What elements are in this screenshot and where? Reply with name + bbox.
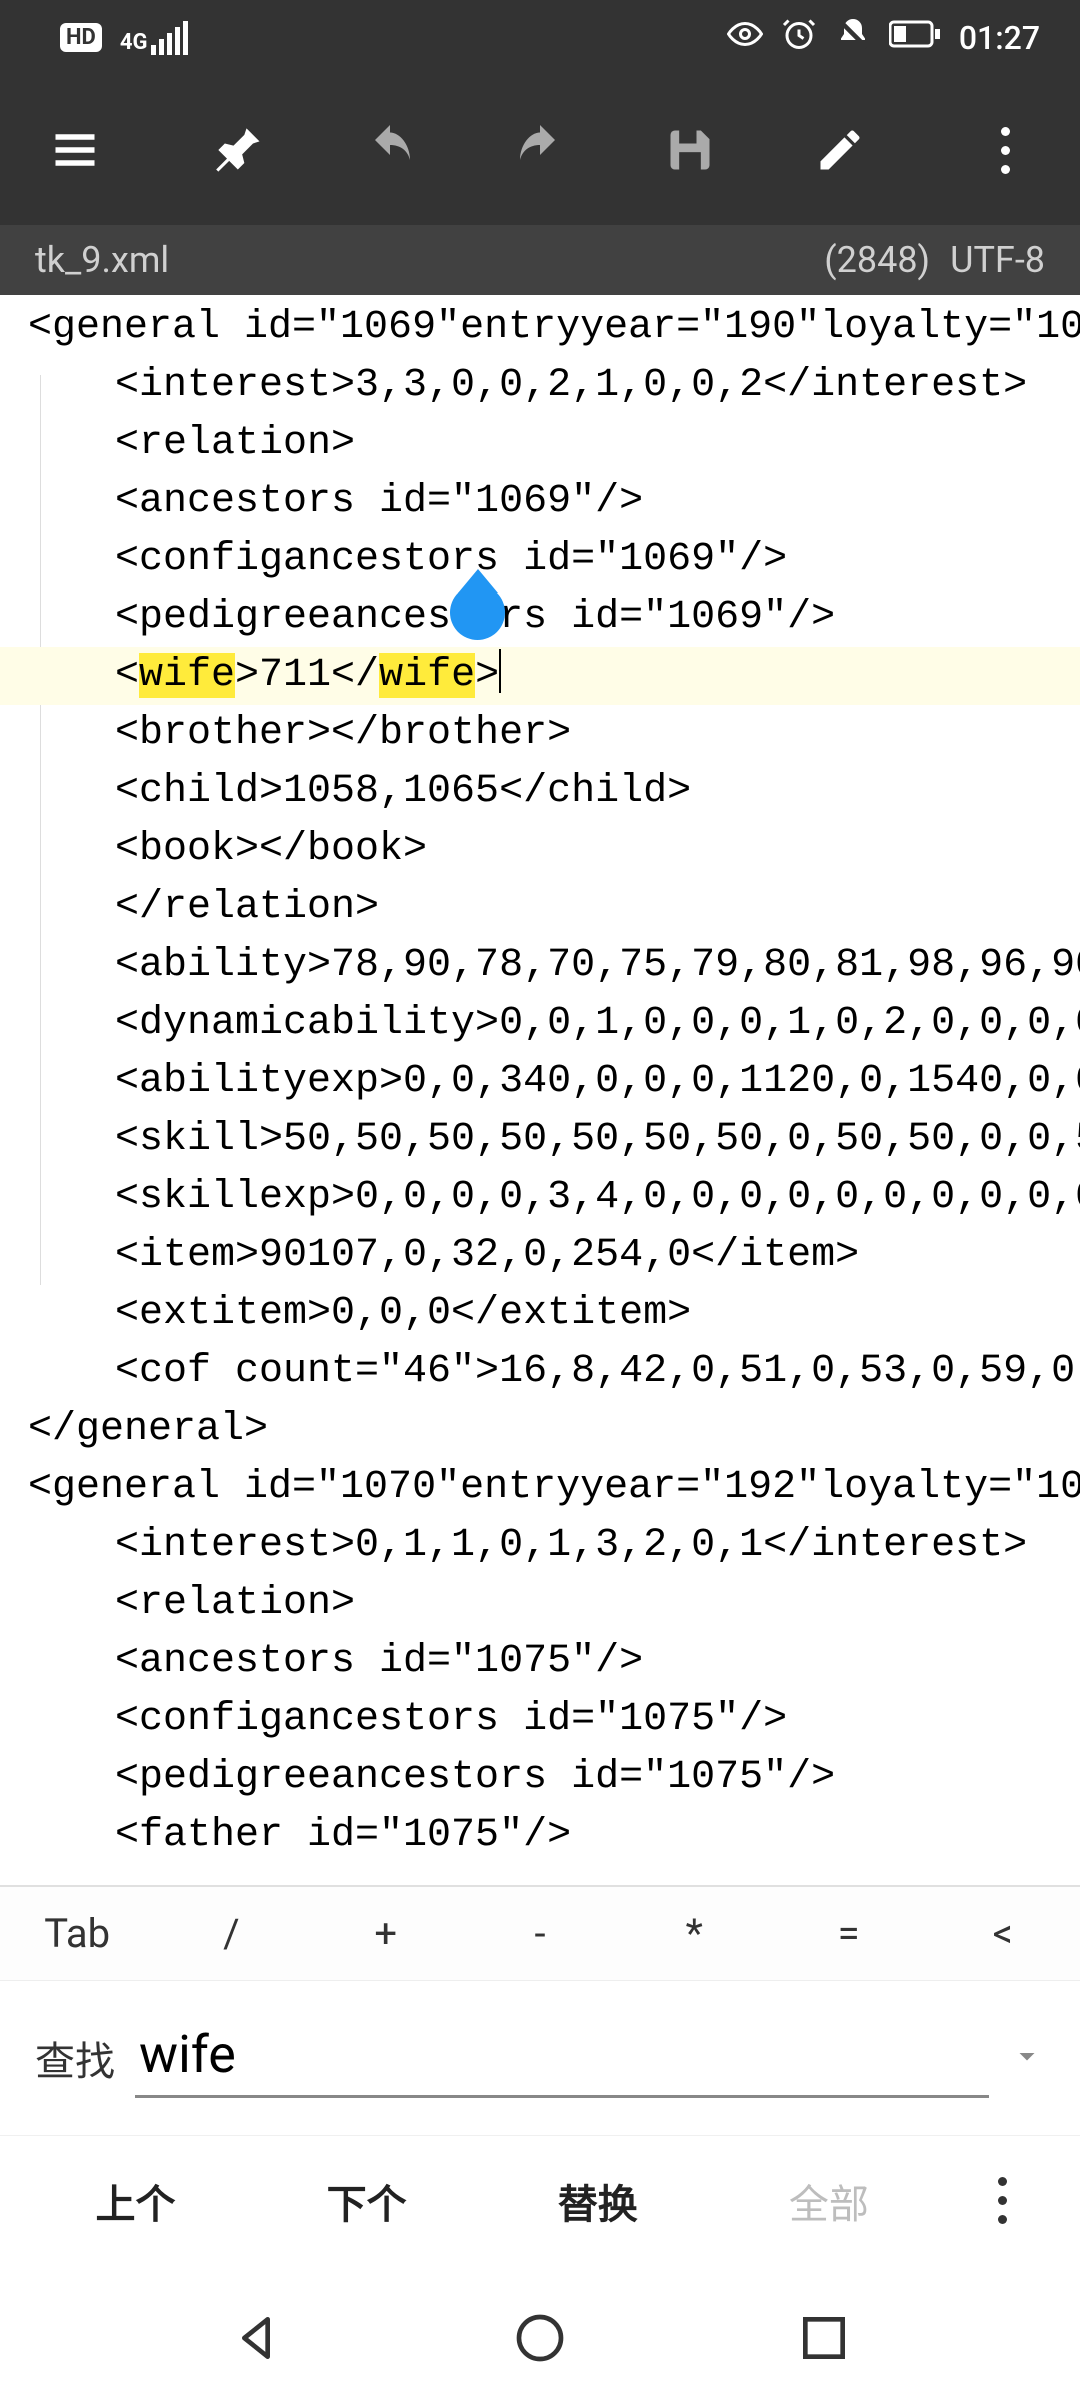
code-line[interactable]: <relation> — [0, 1575, 1080, 1633]
cursor-handle[interactable] — [450, 585, 505, 640]
pin-button[interactable] — [210, 120, 270, 180]
eye-icon — [727, 16, 763, 60]
home-button[interactable] — [512, 2310, 568, 2370]
code-line[interactable]: <abilityexp>0,0,340,0,0,0,1120,0,1540,0,… — [0, 1053, 1080, 1111]
code-line[interactable]: <book></book> — [0, 821, 1080, 879]
search-overflow-button[interactable] — [944, 2177, 1060, 2224]
status-bar: HD 4G 01:27 — [0, 0, 1080, 75]
search-label: 查找 — [35, 2029, 115, 2087]
code-line[interactable]: <extitem>0,0,0</extitem> — [0, 1285, 1080, 1343]
search-match: wife — [139, 653, 235, 698]
back-button[interactable] — [228, 2310, 284, 2370]
file-info-bar: tk_9.xml (2848) UTF-8 — [0, 225, 1080, 295]
code-line[interactable]: <skillexp>0,0,0,0,3,4,0,0,0,0,0,0,0,0,0,… — [0, 1169, 1080, 1227]
code-line[interactable]: <skill>50,50,50,50,50,50,50,0,50,50,0,0,… — [0, 1111, 1080, 1169]
battery-icon — [889, 19, 941, 57]
plus-key[interactable]: + — [309, 1910, 463, 1957]
search-actions: 上个 下个 替换 全部 — [0, 2135, 1080, 2265]
code-line[interactable]: <pedigreeancestors id="1069"/> — [0, 589, 1080, 647]
tab-key[interactable]: Tab — [0, 1910, 154, 1957]
text-cursor — [499, 649, 501, 693]
code-line[interactable]: <cof count="46">16,8,42,0,51,0,53,0,59,0… — [0, 1343, 1080, 1401]
save-button[interactable] — [660, 120, 720, 180]
hd-badge: HD — [60, 23, 102, 52]
encoding-label: UTF-8 — [950, 239, 1045, 281]
code-line[interactable]: <configancestors id="1069"/> — [0, 531, 1080, 589]
redo-button[interactable] — [510, 120, 570, 180]
overflow-button[interactable] — [975, 120, 1035, 180]
filename-label: tk_9.xml — [35, 239, 169, 281]
equals-key[interactable]: = — [771, 1910, 925, 1957]
menu-button[interactable] — [45, 120, 105, 180]
replace-all-button[interactable]: 全部 — [713, 2172, 944, 2230]
replace-button[interactable]: 替换 — [482, 2172, 713, 2230]
system-nav-bar — [0, 2265, 1080, 2400]
code-line[interactable]: <relation> — [0, 415, 1080, 473]
line-count: (2848) — [824, 239, 930, 281]
code-line[interactable]: <brother></brother> — [0, 705, 1080, 763]
recents-button[interactable] — [796, 2310, 852, 2370]
lessthan-key[interactable]: < — [926, 1910, 1080, 1957]
code-line[interactable]: <interest>3,3,0,0,2,1,0,0,2</interest> — [0, 357, 1080, 415]
network-indicator: 4G — [120, 21, 189, 55]
code-line[interactable]: <general id="1069"entryyear="190"loyalty… — [0, 299, 1080, 357]
code-line[interactable]: <child>1058,1065</child> — [0, 763, 1080, 821]
minus-key[interactable]: - — [463, 1910, 617, 1957]
search-bar: 查找 — [0, 1980, 1080, 2135]
code-line[interactable]: </relation> — [0, 879, 1080, 937]
code-editor[interactable]: <general id="1069"entryyear="190"loyalty… — [0, 295, 1080, 1885]
mute-icon — [835, 16, 871, 60]
search-match: wife — [379, 653, 475, 698]
code-line[interactable]: <general id="1070"entryyear="192"loyalty… — [0, 1459, 1080, 1517]
symbol-toolbar: Tab / + - * = < — [0, 1885, 1080, 1980]
prev-button[interactable]: 上个 — [20, 2172, 251, 2230]
search-input[interactable] — [135, 2018, 989, 2098]
edit-button[interactable] — [810, 120, 870, 180]
code-line[interactable]: </general> — [0, 1401, 1080, 1459]
code-line[interactable]: <ancestors id="1069"/> — [0, 473, 1080, 531]
alarm-icon — [781, 16, 817, 60]
code-line[interactable]: <item>90107,0,32,0,254,0</item> — [0, 1227, 1080, 1285]
code-line[interactable]: <dynamicability>0,0,1,0,0,0,1,0,2,0,0,0,… — [0, 995, 1080, 1053]
code-line[interactable]: <configancestors id="1075"/> — [0, 1691, 1080, 1749]
toolbar — [0, 75, 1080, 225]
dropdown-icon[interactable] — [1009, 2038, 1045, 2078]
clock-text: 01:27 — [959, 19, 1040, 57]
undo-button[interactable] — [360, 120, 420, 180]
code-line[interactable]: <father id="1075"/> — [0, 1807, 1080, 1865]
next-button[interactable]: 下个 — [251, 2172, 482, 2230]
code-line[interactable]: <ancestors id="1075"/> — [0, 1633, 1080, 1691]
slash-key[interactable]: / — [154, 1910, 308, 1957]
code-line-highlighted[interactable]: <wife>711</wife> — [0, 647, 1080, 705]
code-line[interactable]: <ability>78,90,78,70,75,79,80,81,98,96,9… — [0, 937, 1080, 995]
star-key[interactable]: * — [617, 1910, 771, 1957]
code-line[interactable]: <interest>0,1,1,0,1,3,2,0,1</interest> — [0, 1517, 1080, 1575]
code-line[interactable]: <pedigreeancestors id="1075"/> — [0, 1749, 1080, 1807]
